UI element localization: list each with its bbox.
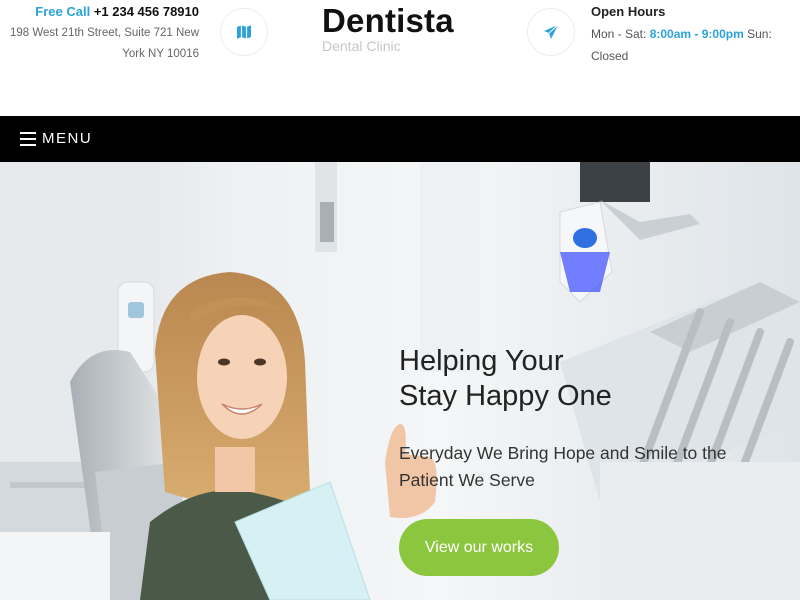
hours-title: Open Hours [591,4,666,19]
brand-logo[interactable]: Dentista Dental Clinic [322,2,454,53]
menu-toggle-button[interactable]: MENU [20,130,92,147]
hero-title-line2: Stay Happy One [399,380,612,412]
hero-title-line1: Helping Your [399,345,564,377]
paper-plane-icon [527,8,575,56]
view-our-works-button[interactable]: View our works [399,519,559,576]
phone-link[interactable]: +1 234 456 78910 [94,4,199,19]
hours-text: Mon - Sat: 8:00am - 9:00pm Sun: Closed [591,23,800,67]
call-line: Free Call +1 234 456 78910 [0,3,199,20]
brand-name: Dentista [322,2,454,39]
address-text: 198 West 21th Street, Suite 721 New York… [9,27,199,60]
top-header: Free Call +1 234 456 78910 198 West 21th… [0,0,800,116]
map-icon [220,8,268,56]
hours-days: Mon - Sat: [591,27,647,41]
brand-tagline: Dental Clinic [322,38,401,54]
hero-section: Helping Your Stay Happy One Everyday We … [0,162,800,600]
open-hours: Open Hours Mon - Sat: 8:00am - 9:00pm Su… [591,3,800,67]
contact-info: Free Call +1 234 456 78910 198 West 21th… [0,3,199,65]
hours-time: 8:00am - 9:00pm [649,27,744,41]
menu-label: MENU [42,130,93,147]
hamburger-icon [20,131,36,146]
call-label: Free Call [35,4,91,19]
hero-subtitle: Everyday We Bring Hope and Smile to the … [399,443,727,490]
main-nav: MENU [0,116,800,162]
hero-title: Helping Your Stay Happy One [399,344,759,414]
